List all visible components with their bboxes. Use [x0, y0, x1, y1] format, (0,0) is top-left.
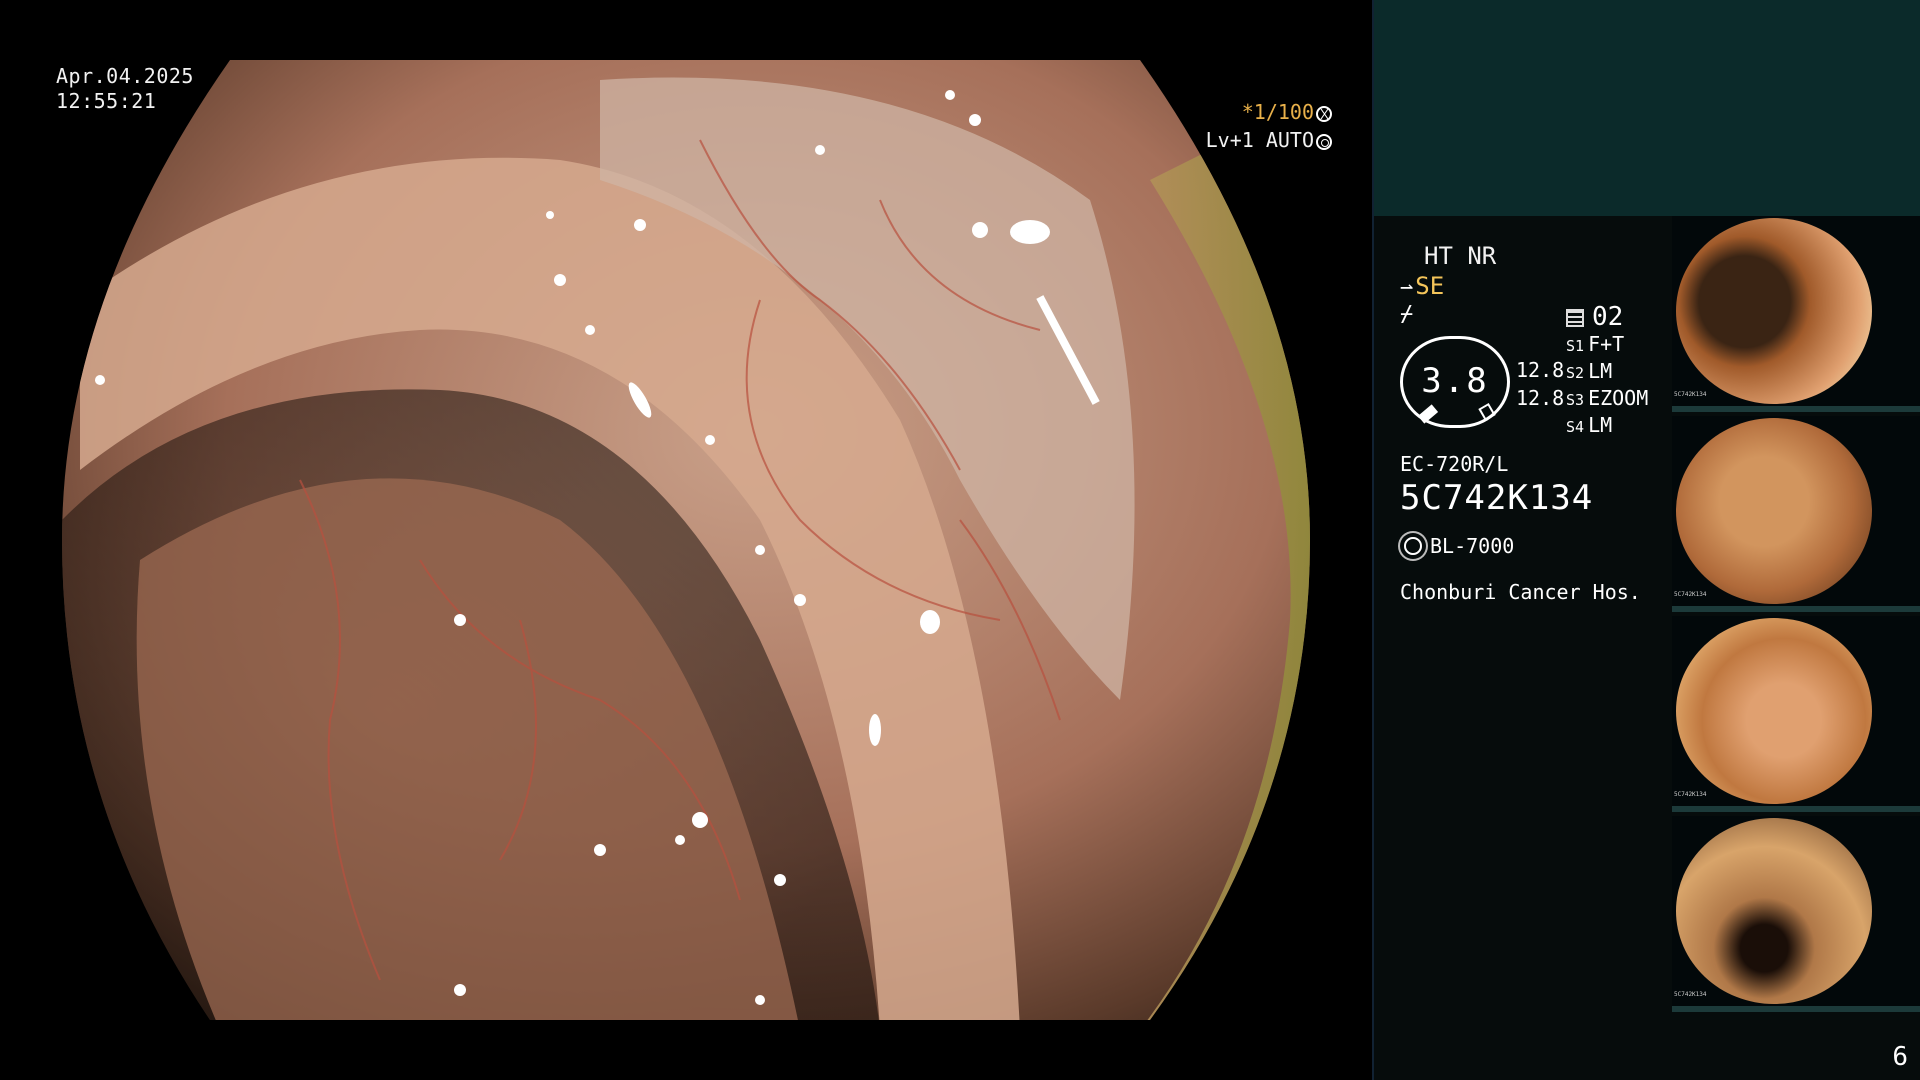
- slot-row: S3 EZOOM: [1566, 386, 1649, 410]
- thumbnail-image: [1676, 818, 1872, 1004]
- scope-info: HT NR ⇀SE ⌿ 02 3.8 12.8 12.8 S1 F+T S2 LM …: [1400, 242, 1690, 604]
- thumbnail-image: [1676, 218, 1872, 404]
- aperture-icon: [1316, 106, 1332, 122]
- light-source-label: BL-7000: [1430, 534, 1515, 558]
- thumbnail-image: [1676, 618, 1872, 804]
- thumbnail-strip: 5C742K134 5C742K134 5C742K134 5C742K134: [1672, 216, 1920, 1016]
- thumbnail-serial: 5C742K134: [1674, 791, 1707, 798]
- date-time-overlay: Apr.04.2025 12:55:21: [56, 64, 194, 114]
- gauge-value: 3.8: [1421, 361, 1489, 401]
- thumbnail[interactable]: 5C742K134: [1672, 616, 1920, 812]
- hospital-name: Chonburi Cancer Hos.: [1400, 580, 1641, 604]
- mode-number: 02: [1592, 302, 1624, 332]
- info-panel: HT NR ⇀SE ⌿ 02 3.8 12.8 12.8 S1 F+T S2 LM …: [1372, 0, 1920, 1080]
- structure-enhance-icon: ⇀: [1400, 275, 1414, 300]
- page-number: 6: [1892, 1042, 1908, 1072]
- noise-icon: ⌿: [1400, 302, 1414, 327]
- memory-icon: [1566, 309, 1584, 327]
- auto-level-text: Lv+1 AUTO: [1205, 128, 1314, 152]
- se-label: SE: [1415, 272, 1445, 300]
- thumbnail-image: [1676, 418, 1872, 604]
- se-row: ⇀SE: [1400, 272, 1690, 302]
- shutter-speed: *1/100: [1242, 100, 1332, 124]
- ht-nr-label: HT NR: [1424, 242, 1497, 270]
- slot-row: S1 F+T: [1566, 332, 1625, 356]
- light-source: BL-7000: [1400, 534, 1690, 558]
- thumbnail-serial: 5C742K134: [1674, 391, 1707, 398]
- gauge-reading-2: 12.8: [1516, 386, 1565, 410]
- thumbnail[interactable]: 5C742K134: [1672, 416, 1920, 612]
- time-text: 12:55:21: [56, 89, 157, 113]
- switch-slots: S1 F+T S2 LM S3 EZOOM S4 LM: [1566, 332, 1648, 440]
- gauge-readings: 12.8 12.8: [1516, 356, 1564, 412]
- gauge-dial: 3.8: [1400, 336, 1510, 428]
- light-source-icon: [1404, 537, 1422, 555]
- thumbnail[interactable]: 5C742K134: [1672, 816, 1920, 1012]
- mode-row: ⌿ 02: [1400, 302, 1690, 332]
- thumbnail-serial: 5C742K134: [1674, 991, 1707, 998]
- panel-header: [1374, 0, 1920, 216]
- gauge-reading-1: 12.8: [1516, 358, 1565, 382]
- endoscope-view: Apr.04.2025 12:55:21 *1/100 Lv+1 AUTO: [0, 0, 1372, 1080]
- date-text: Apr.04.2025: [56, 64, 194, 88]
- gauge-right-marker-icon: [1478, 402, 1496, 422]
- scope-serial: 5C742K134: [1400, 478, 1594, 518]
- shutter-text: *1/100: [1241, 100, 1314, 124]
- auto-level: Lv+1 AUTO: [1206, 128, 1332, 152]
- gauge-area: 3.8 12.8 12.8 S1 F+T S2 LM S3 EZOOM S4 LM: [1400, 332, 1690, 446]
- slot-row: S4 LM: [1566, 413, 1613, 437]
- auto-brightness-icon: [1316, 134, 1332, 150]
- scope-model: EC-720R/L: [1400, 452, 1509, 476]
- slot-row: S2 LM: [1566, 359, 1613, 383]
- thumbnail[interactable]: 5C742K134: [1672, 216, 1920, 412]
- endoscope-image: [62, 60, 1310, 1020]
- gauge-left-marker-icon: [1417, 404, 1439, 424]
- thumbnail-serial: 5C742K134: [1674, 591, 1707, 598]
